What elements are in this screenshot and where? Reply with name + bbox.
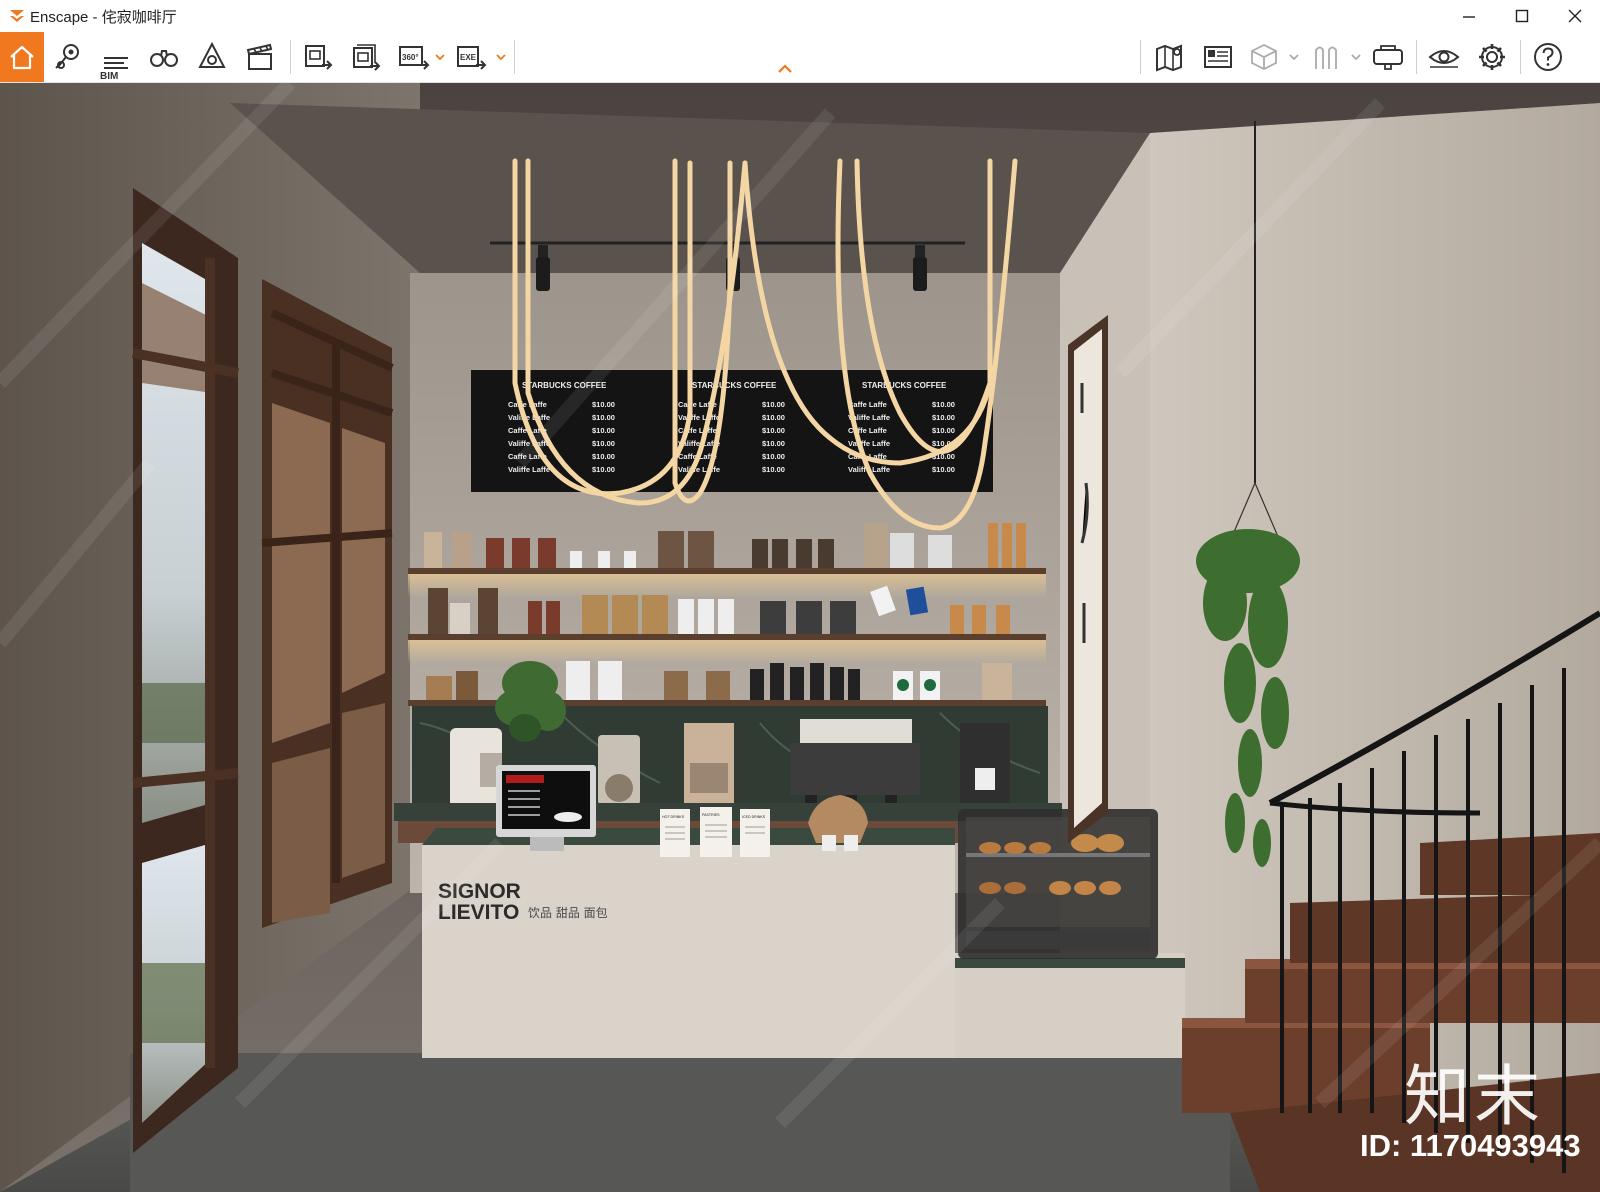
menu-item-name: Valiffe Laffe [508, 413, 550, 422]
home-icon [10, 45, 34, 70]
export-label: EXE [460, 53, 477, 62]
vr-headset-icon [1373, 45, 1403, 70]
toolbar-separator [1416, 40, 1417, 74]
menu-cards: HOT DRINKS PASTRIES ICED DRINKS [660, 807, 770, 857]
help-button[interactable] [1528, 37, 1568, 77]
binoculars-icon [150, 50, 178, 67]
menu-item-price: $10.00 [762, 413, 785, 422]
menu-item-name: Valiffe Laffe [678, 465, 720, 474]
location-pin-icon [55, 44, 79, 69]
minimize-button[interactable] [1444, 0, 1494, 32]
map-button[interactable] [1150, 37, 1190, 77]
asset-dropdown-icon[interactable] [1350, 50, 1362, 64]
menu-card-title: ICED DRINKS [742, 815, 766, 819]
hanging-scroll [1068, 315, 1108, 843]
export-exe-icon: EXE [457, 46, 487, 70]
atmosphere-button[interactable] [192, 37, 232, 77]
panorama-360-icon: 360° [399, 46, 430, 70]
minimap-icon [1204, 46, 1232, 68]
menu-panel-header: STARBUCKS COFFEE [692, 381, 777, 390]
box-icon [1251, 43, 1277, 71]
help-icon [1534, 43, 1562, 71]
menu-item-price: $10.00 [592, 465, 615, 474]
menu-item-name: Valiffe Laffe [848, 439, 890, 448]
export-dropdown-icon[interactable] [495, 50, 507, 64]
toolbar-separator [1140, 40, 1141, 74]
minimize-icon [1463, 16, 1475, 18]
clapperboard-icon [246, 43, 273, 70]
eye-button[interactable] [1424, 37, 1464, 77]
menu-item-price: $10.00 [592, 439, 615, 448]
menu-item-price: $10.00 [932, 400, 955, 409]
batch-render-button[interactable] [346, 37, 386, 77]
home-button[interactable] [0, 32, 44, 82]
watermark-id: ID: 1170493943 [1360, 1128, 1581, 1163]
menu-item-name: Caffe Laffe [508, 400, 547, 409]
bim-label: BIM [100, 71, 119, 82]
export-button[interactable]: EXE [452, 37, 492, 77]
eye-icon [1428, 50, 1460, 68]
menu-item-price: $10.00 [592, 426, 615, 435]
menu-item-name: Valiffe Laffe [678, 413, 720, 422]
maximize-button[interactable] [1497, 0, 1547, 32]
menu-item-price: $10.00 [932, 413, 955, 422]
menu-item-price: $10.00 [592, 413, 615, 422]
box-button[interactable] [1244, 37, 1284, 77]
close-icon [1568, 9, 1582, 23]
menu-item-price: $10.00 [592, 452, 615, 461]
batch-render-icon [353, 44, 381, 71]
menu-item-name: Valiffe Laffe [508, 465, 550, 474]
enscape-logo-icon [10, 10, 24, 22]
asset-library-icon [1315, 46, 1337, 69]
counter-brand-line2: LIEVITO [438, 901, 519, 924]
menu-item-name: Caffe Laffe [848, 400, 887, 409]
app-name: Enscape [30, 9, 89, 26]
menu-item-price: $10.00 [762, 426, 785, 435]
asset-library-button[interactable] [1306, 37, 1346, 77]
toolbar-separator [290, 40, 291, 74]
window-frame-right [261, 279, 394, 928]
window-frame-left [132, 188, 239, 1153]
atmosphere-icon [198, 41, 226, 68]
vr-button[interactable] [1368, 37, 1408, 77]
menu-item-price: $10.00 [592, 400, 615, 409]
window-title: Enscape - 侘寂咖啡厅 [30, 6, 177, 27]
map-icon [1156, 44, 1182, 72]
views-button[interactable] [48, 37, 88, 77]
gear-icon [1479, 44, 1505, 70]
menu-item-price: $10.00 [932, 426, 955, 435]
render-viewport[interactable]: STARBUCKS COFFEE Caffe Laffe $10.00 Vali… [0, 83, 1600, 1192]
menu-item-price: $10.00 [762, 452, 785, 461]
menu-item-price: $10.00 [762, 400, 785, 409]
enscape-toolbar: BIM 360° EXE [0, 32, 1600, 83]
screenshot-button[interactable] [298, 37, 338, 77]
box-dropdown-icon[interactable] [1288, 50, 1300, 64]
menu-panel-header: STARBUCKS COFFEE [862, 381, 947, 390]
pastry-display-case [958, 809, 1158, 959]
menu-item-price: $10.00 [762, 439, 785, 448]
toolbar-separator [514, 40, 515, 74]
close-button[interactable] [1550, 0, 1600, 32]
render-screenshot-icon [305, 45, 333, 70]
settings-button[interactable] [1472, 37, 1512, 77]
minimap-button[interactable] [1198, 37, 1238, 77]
panorama-label: 360° [402, 53, 419, 62]
toolbar-separator [1520, 40, 1521, 74]
title-separator: - [92, 9, 98, 26]
menu-card-title: PASTRIES [702, 813, 720, 817]
panorama-dropdown-icon[interactable] [434, 50, 446, 64]
menu-item-price: $10.00 [762, 465, 785, 474]
maximize-icon [1515, 9, 1529, 23]
chevron-up-icon[interactable] [776, 62, 794, 76]
menu-card-title: HOT DRINKS [662, 815, 685, 819]
counter-tagline: 饮品 甜品 面包 [528, 906, 608, 920]
watermark-logo: 知末 [1404, 1058, 1544, 1135]
title-bar: Enscape - 侘寂咖啡厅 [0, 0, 1600, 32]
binoculars-button[interactable] [144, 37, 184, 77]
panorama-button[interactable]: 360° [394, 37, 434, 77]
menu-item-price: $10.00 [932, 465, 955, 474]
project-name: 侘寂咖啡厅 [101, 9, 177, 26]
video-button[interactable] [240, 37, 280, 77]
bim-icon [104, 57, 128, 69]
